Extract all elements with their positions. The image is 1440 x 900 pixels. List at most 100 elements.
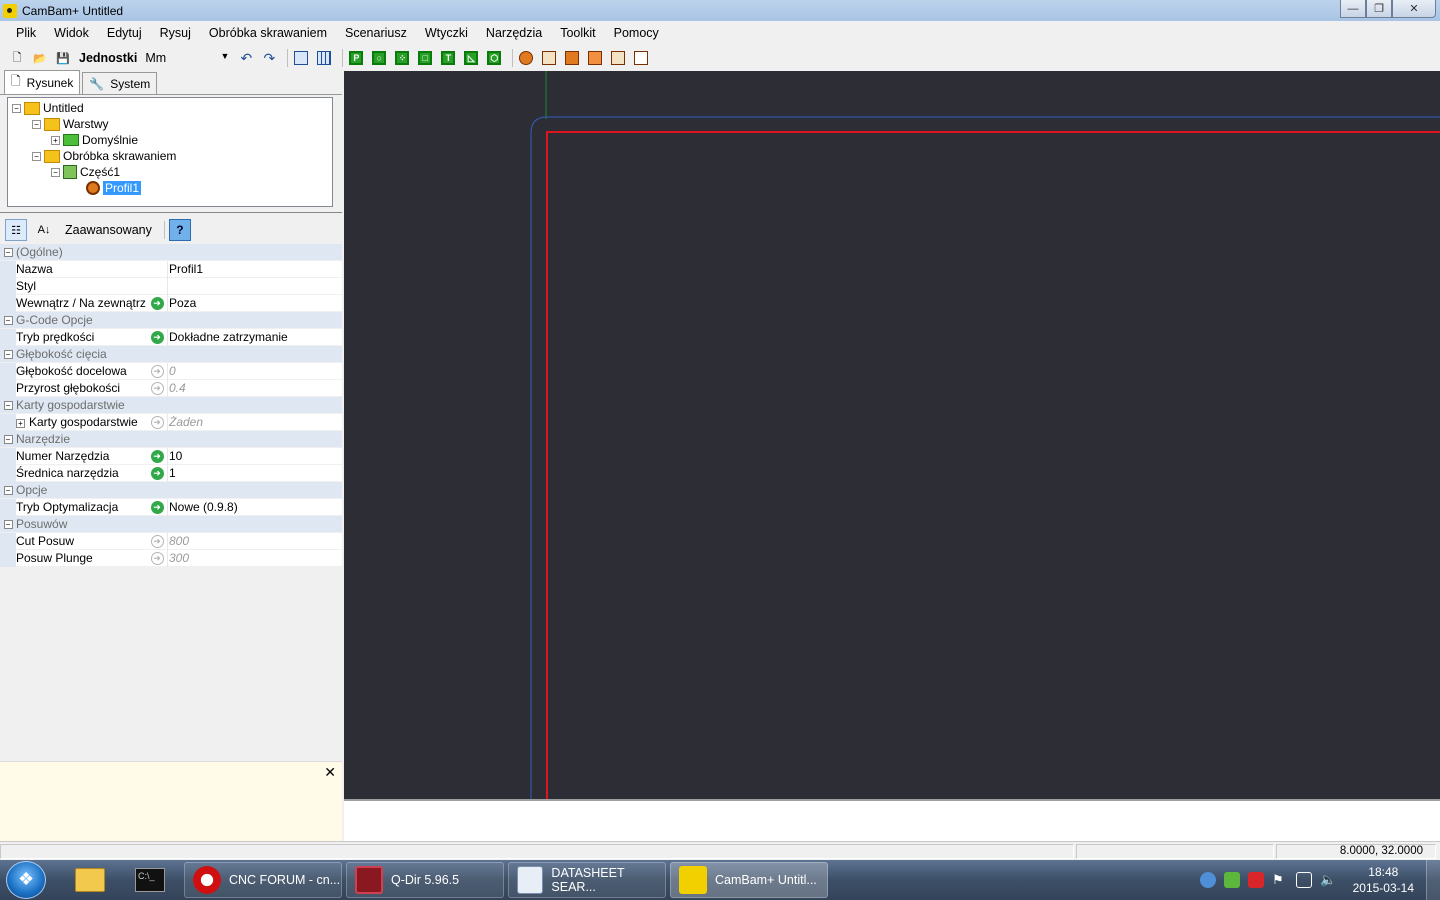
menu-plik[interactable]: Plik — [0, 26, 45, 40]
property-value[interactable]: 300 — [167, 549, 342, 567]
property-value[interactable]: 800 — [167, 532, 342, 550]
redo-icon[interactable]: ↷ — [260, 49, 278, 67]
property-value[interactable]: Nowe (0.9.8) — [167, 498, 342, 516]
collapse-icon[interactable]: − — [3, 519, 13, 529]
menu-scenariusz[interactable]: Scenariusz — [336, 26, 416, 40]
property-value[interactable]: Dokładne zatrzymanie — [167, 328, 342, 346]
property-category[interactable]: − Posuwów — [0, 516, 342, 533]
collapse-icon[interactable]: − — [3, 485, 13, 495]
snap-grid-icon[interactable] — [292, 49, 310, 67]
property-category[interactable]: − Karty gospodarstwie — [0, 397, 342, 414]
circle-icon[interactable]: ○ — [370, 49, 388, 67]
3d-profile-op-icon[interactable] — [632, 49, 650, 67]
menu-obrobka[interactable]: Obróbka skrawaniem — [200, 26, 336, 40]
start-button[interactable] — [6, 861, 46, 899]
tab-drawing[interactable]: 🗋 Rysunek — [4, 70, 81, 94]
collapse-icon[interactable]: − — [3, 400, 13, 410]
task-datasheet[interactable]: DATASHEET SEAR... — [508, 862, 666, 898]
property-value[interactable]: 1 — [167, 464, 342, 482]
property-row[interactable]: Styl — [0, 277, 342, 295]
menu-rysuj[interactable]: Rysuj — [151, 26, 200, 40]
property-row[interactable]: Średnica narzędzia ➜ 1 — [0, 464, 342, 482]
maximize-button[interactable]: ❐ — [1366, 0, 1392, 18]
tree-node-root[interactable]: − Untitled — [12, 100, 84, 116]
property-category[interactable]: − Głębokość cięcia — [0, 346, 342, 363]
property-row[interactable]: Nazwa Profil1 — [0, 260, 342, 278]
open-folder-icon[interactable]: 📂 — [31, 49, 49, 67]
property-row[interactable]: Wewnątrz / Na zewnątrz ➜ Poza — [0, 294, 342, 312]
cmd-pinned-icon[interactable]: C:\_ — [122, 862, 178, 898]
arc-icon[interactable]: ◺ — [462, 49, 480, 67]
menu-narzedzia[interactable]: Narzędzia — [477, 26, 551, 40]
property-row[interactable]: Cut Posuw ➜ 800 — [0, 532, 342, 550]
tree-node-default-layer[interactable]: + Domyślnie — [51, 132, 138, 148]
property-row[interactable]: Tryb Optymalizacja ➜ Nowe (0.9.8) — [0, 498, 342, 516]
save-icon[interactable]: 💾 — [54, 49, 72, 67]
polyline-icon[interactable]: P — [347, 49, 365, 67]
text-icon[interactable]: T — [439, 49, 457, 67]
tab-system[interactable]: 🔧 System — [82, 72, 158, 94]
default-value-icon[interactable]: ➜ — [150, 415, 164, 429]
action-center-flag-icon[interactable]: ⚑ — [1272, 872, 1288, 888]
menu-edytuj[interactable]: Edytuj — [98, 26, 151, 40]
collapse-icon[interactable]: − — [32, 151, 41, 161]
expand-icon[interactable]: + — [16, 419, 25, 428]
explorer-pinned-icon[interactable] — [62, 862, 118, 898]
advanced-button[interactable]: Zaawansowany — [65, 223, 152, 237]
clock[interactable]: 18:48 2015-03-14 — [1353, 864, 1414, 896]
new-file-icon[interactable]: 🗋 — [8, 49, 26, 67]
property-category[interactable]: − Opcje — [0, 482, 342, 499]
volume-icon[interactable]: 🔈 — [1320, 872, 1336, 888]
engrave-op-icon[interactable] — [586, 49, 604, 67]
lathe-op-icon[interactable] — [609, 49, 627, 67]
units-select[interactable]: Mm ▼ — [143, 49, 232, 67]
drill-op-icon[interactable] — [563, 49, 581, 67]
property-value[interactable]: 0.4 — [167, 379, 342, 397]
close-button[interactable]: ✕ — [1392, 0, 1436, 18]
help-icon[interactable]: ? — [168, 219, 191, 241]
property-category[interactable]: − G-Code Opcje — [0, 312, 342, 329]
property-row[interactable]: Głębokość docelowa ➜ 0 — [0, 362, 342, 380]
network-globe-icon[interactable] — [1200, 872, 1216, 888]
property-row[interactable]: Numer Narzędzia ➜ 10 — [0, 447, 342, 465]
property-value[interactable]: Poza — [167, 294, 342, 312]
collapse-icon[interactable]: − — [51, 167, 60, 177]
collapse-icon[interactable]: − — [12, 103, 21, 113]
default-value-icon[interactable]: ➜ — [150, 381, 164, 395]
property-value[interactable]: 10 — [167, 447, 342, 465]
collapse-icon[interactable]: − — [3, 247, 13, 257]
menu-wtyczki[interactable]: Wtyczki — [416, 26, 477, 40]
property-row[interactable]: Przyrost głębokości ➜ 0.4 — [0, 379, 342, 397]
collapse-icon[interactable]: − — [3, 349, 13, 359]
ccleaner-icon[interactable] — [1248, 872, 1264, 888]
close-icon[interactable]: ✕ — [324, 764, 336, 781]
tree-node-part[interactable]: − Część1 — [51, 164, 120, 180]
property-value[interactable] — [167, 277, 342, 295]
3d-shape-icon[interactable]: ⬡ — [485, 49, 503, 67]
task-cambam[interactable]: CamBam+ Untitl... — [670, 862, 828, 898]
task-opera[interactable]: CNC FORUM - cn... — [184, 862, 342, 898]
task-qdir[interactable]: Q-Dir 5.96.5 — [346, 862, 504, 898]
tray-app-icon[interactable] — [1224, 872, 1240, 888]
undo-icon[interactable]: ↶ — [237, 49, 255, 67]
minimize-button[interactable]: — — [1340, 0, 1366, 18]
explicit-value-icon[interactable]: ➜ — [150, 466, 164, 480]
property-value[interactable]: 0 — [167, 362, 342, 380]
property-row[interactable]: Posuw Plunge ➜ 300 — [0, 549, 342, 567]
tree-node-profile[interactable]: Profil1 — [86, 180, 142, 196]
explicit-value-icon[interactable]: ➜ — [150, 330, 164, 344]
explicit-value-icon[interactable]: ➜ — [150, 296, 164, 310]
property-category[interactable]: − Narzędzie — [0, 431, 342, 448]
alphabetical-sort-icon[interactable]: A↓ — [33, 219, 55, 241]
drawing-canvas[interactable] — [344, 71, 1440, 799]
rectangle-icon[interactable]: □ — [416, 49, 434, 67]
explicit-value-icon[interactable]: ➜ — [150, 449, 164, 463]
network-icon[interactable] — [1296, 872, 1312, 888]
property-category[interactable]: − (Ogólne) — [0, 244, 342, 261]
grid-icon[interactable] — [315, 49, 333, 67]
collapse-icon[interactable]: − — [3, 434, 13, 444]
collapse-icon[interactable]: − — [3, 315, 13, 325]
property-value[interactable]: Żaden — [167, 413, 342, 431]
categorized-view-icon[interactable]: ☷ — [5, 219, 27, 241]
default-value-icon[interactable]: ➜ — [150, 551, 164, 565]
